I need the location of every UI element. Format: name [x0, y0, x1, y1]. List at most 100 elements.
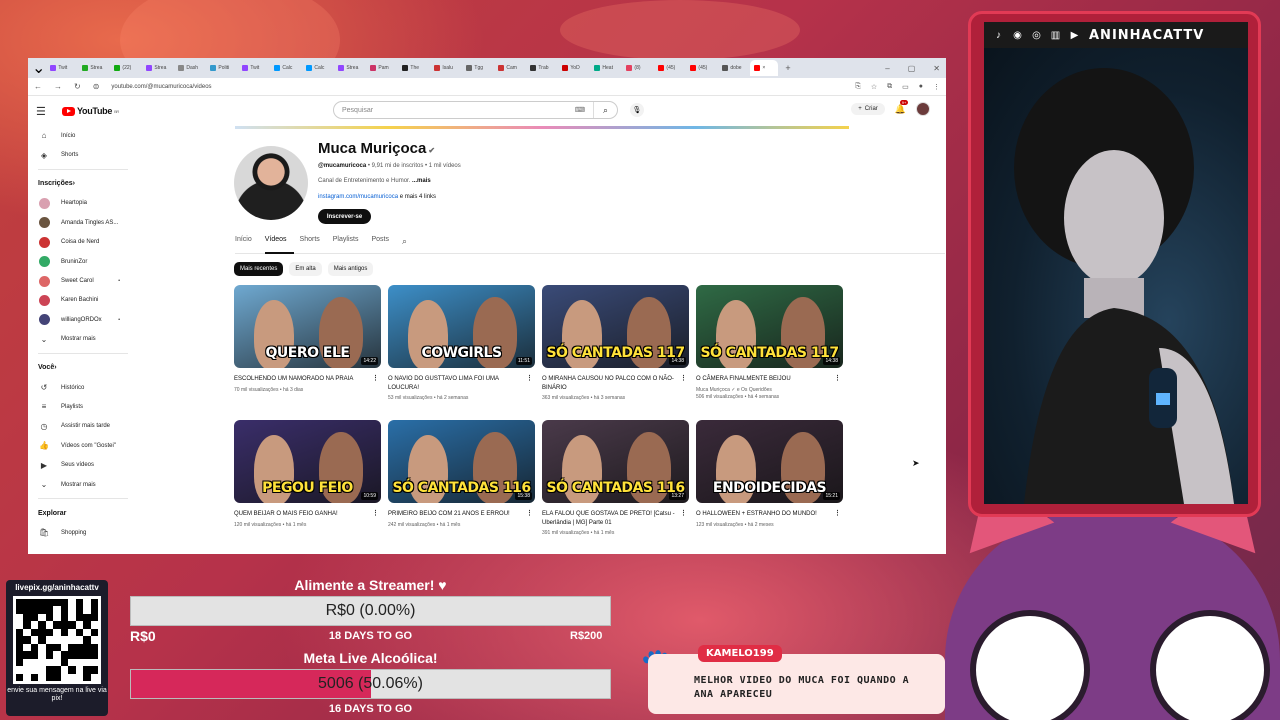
video-card[interactable]: SÓ CANTADAS 116 13:27 ELA FALOU QUE GOSTAV… — [542, 420, 689, 554]
sidebar-item-watch-later[interactable]: ◷ Assistir mais tarde — [28, 417, 138, 436]
tab-incio[interactable]: Início — [235, 236, 259, 254]
browser-tab[interactable]: Trab — [526, 60, 557, 76]
search-box[interactable]: Pesquisar ⌨ ⌕ — [333, 101, 618, 119]
instagram-link[interactable]: instagram.com/mucamuricoca — [318, 194, 398, 200]
channel-search-icon[interactable]: ⌕ — [402, 236, 414, 254]
video-menu-icon[interactable]: ⋮ — [372, 510, 379, 519]
browser-tab[interactable]: Cam — [494, 60, 525, 76]
video-title[interactable]: PRIMEIRO BEIJO COM 21 ANOS E ERROU! ⋮ — [388, 510, 535, 519]
sidebar-item-like[interactable]: 👍 Vídeos com "Gostei" — [28, 436, 138, 455]
sidebar-subscription[interactable]: Heartopia — [28, 194, 138, 213]
browser-tab[interactable]: dobe — [718, 60, 749, 76]
forward-icon[interactable]: → — [54, 82, 62, 91]
video-thumbnail[interactable]: SÓ CANTADAS 117 14:38 — [542, 285, 689, 368]
video-title[interactable]: O NAVIO DO GUSTTAVO LIMA FOI UMA LOUCURA… — [388, 375, 535, 392]
video-card[interactable]: ENDOIDECIDAS 15:21 O HALLOWEEN + ESTRANHO … — [696, 420, 843, 554]
channel-description[interactable]: Canal de Entretenimento e Humor. ...mais — [318, 178, 431, 184]
notifications-bell-icon[interactable]: 🔔 9+ — [895, 99, 909, 115]
sidebar-item-playlists[interactable]: ≡ Playlists — [28, 397, 138, 416]
sidebar-item-home[interactable]: ⌂ Início — [28, 126, 138, 145]
video-title[interactable]: O CÂMERA FINALMENTE BEIJOU ⋮ — [696, 375, 843, 384]
tab-vdeos[interactable]: Vídeos — [264, 236, 294, 254]
hamburger-menu-icon[interactable]: ☰ — [36, 105, 62, 118]
profile-icon[interactable]: ● — [919, 83, 923, 91]
back-icon[interactable]: ← — [34, 82, 42, 91]
video-menu-icon[interactable]: ⋮ — [834, 510, 841, 519]
sidebar-subscription[interactable]: Karen Bachini — [28, 291, 138, 310]
subscribe-button[interactable]: Inscrever-se — [318, 209, 371, 224]
video-title[interactable]: O HALLOWEEN + ESTRANHO DO MUNDO! ⋮ — [696, 510, 843, 519]
video-thumbnail[interactable]: SÓ CANTADAS 116 15:38 — [388, 420, 535, 503]
channel-avatar[interactable] — [234, 146, 308, 220]
sidebar-item-history[interactable]: ↺ Histórico — [28, 378, 138, 397]
subscriptions-header[interactable]: Inscrições › — [28, 174, 138, 194]
browser-tab[interactable]: Strea — [334, 60, 365, 76]
browser-tab[interactable]: Heat — [590, 60, 621, 76]
browser-tab[interactable]: Calc — [270, 60, 301, 76]
browser-tab[interactable]: Strea — [78, 60, 109, 76]
browser-tab[interactable]: YoD — [558, 60, 589, 76]
sort-chip[interactable]: Mais antigos — [327, 262, 374, 276]
sidebar-item-chevron-down[interactable]: ⌄ Mostrar mais — [28, 475, 138, 494]
sort-chip[interactable]: Em alta — [289, 262, 322, 276]
browser-tab-active[interactable]: × — [750, 60, 779, 76]
sort-chip[interactable]: Mais recentes — [234, 262, 284, 276]
video-card[interactable]: QUERO ELE 14:22 ESCOLHENDO UM NAMORADO NA … — [234, 285, 381, 420]
sidebar-item-shorts[interactable]: ◈ Shorts — [28, 145, 138, 164]
browser-tab[interactable]: (45) — [654, 60, 685, 76]
menu-icon[interactable]: ⋮ — [933, 83, 940, 91]
show-more-subs[interactable]: ⌄ Mostrar mais — [28, 330, 138, 349]
sidebar-subscription[interactable]: williangORDOx • — [28, 310, 138, 329]
browser-tab[interactable]: Twit — [46, 60, 77, 76]
tab-playlists[interactable]: Playlists — [333, 236, 366, 254]
browser-tab[interactable]: Tgg — [462, 60, 493, 76]
reload-icon[interactable]: ↻ — [74, 82, 81, 91]
browser-tab[interactable]: The — [398, 60, 429, 76]
account-avatar[interactable] — [916, 102, 930, 116]
video-thumbnail[interactable]: PEGOU FEIO 10:59 — [234, 420, 381, 503]
browser-tab[interactable]: Isalu — [430, 60, 461, 76]
extensions-icon[interactable]: ⧉ — [887, 83, 892, 91]
video-card[interactable]: SÓ CANTADAS 117 14:38 O CÂMERA FINALMENTE … — [696, 285, 843, 420]
keyboard-icon[interactable]: ⌨ — [575, 106, 585, 114]
video-menu-icon[interactable]: ⋮ — [680, 375, 687, 384]
sidebar-item-shopping[interactable]: 🛍 Shopping — [28, 523, 138, 542]
browser-tab[interactable]: Calc — [302, 60, 333, 76]
video-menu-icon[interactable]: ⋮ — [372, 375, 379, 384]
url-field[interactable]: youtube.com/@mucamuricoca/videos — [111, 84, 843, 90]
browser-tab[interactable]: Pam — [366, 60, 397, 76]
youtube-logo[interactable]: YouTube BR — [62, 106, 119, 116]
maximize-icon[interactable]: ▢ — [908, 64, 916, 73]
video-thumbnail[interactable]: COWGIRLS 11:51 — [388, 285, 535, 368]
browser-tab[interactable]: Strea — [142, 60, 173, 76]
sidebar-item-your-videos[interactable]: ▶ Seus vídeos — [28, 455, 138, 474]
new-tab-icon[interactable]: + — [785, 63, 790, 73]
video-title[interactable]: QUEM BEIJAR O MAIS FEIO GANHA! ⋮ — [234, 510, 381, 519]
browser-tab[interactable]: Politi — [206, 60, 237, 76]
video-title[interactable]: O MIRANHA CAUSOU NO PALCO COM O NÃO-BINÁ… — [542, 375, 689, 392]
sidebar-subscription[interactable]: Coisa de Nerd — [28, 233, 138, 252]
minimize-icon[interactable]: – — [885, 64, 889, 73]
browser-tab[interactable]: (45) — [686, 60, 717, 76]
cast-icon[interactable]: ▭ — [902, 83, 909, 91]
tab-posts[interactable]: Posts — [371, 236, 396, 254]
tab-shorts[interactable]: Shorts — [300, 236, 327, 254]
video-card[interactable]: SÓ CANTADAS 116 15:38 PRIMEIRO BEIJO COM 2… — [388, 420, 535, 554]
sidebar-subscription[interactable]: BruninZor — [28, 252, 138, 271]
more-link[interactable]: ...mais — [410, 178, 431, 184]
browser-tab[interactable]: (22) — [110, 60, 141, 76]
video-menu-icon[interactable]: ⋮ — [680, 510, 687, 519]
microphone-icon[interactable]: 🎙 — [630, 103, 644, 117]
close-window-icon[interactable]: ✕ — [933, 64, 940, 73]
video-thumbnail[interactable]: SÓ CANTADAS 117 14:38 — [696, 285, 843, 368]
video-thumbnail[interactable]: ENDOIDECIDAS 15:21 — [696, 420, 843, 503]
channel-links[interactable]: instagram.com/mucamuricoca e mais 4 link… — [318, 194, 436, 200]
browser-tab[interactable]: (8) — [622, 60, 653, 76]
close-tab-icon[interactable]: × — [762, 65, 765, 71]
bookmark-star-icon[interactable]: ☆ — [871, 83, 877, 91]
create-button[interactable]: + Criar — [851, 103, 885, 115]
video-card[interactable]: PEGOU FEIO 10:59 QUEM BEIJAR O MAIS FEIO G… — [234, 420, 381, 554]
you-header[interactable]: Você › — [28, 358, 138, 378]
video-thumbnail[interactable]: QUERO ELE 14:22 — [234, 285, 381, 368]
tab-search-icon[interactable]: ⌄ — [32, 58, 45, 78]
